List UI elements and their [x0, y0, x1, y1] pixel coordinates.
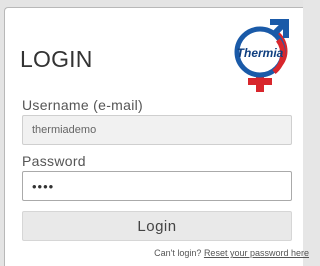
logo-text: Thermia	[237, 46, 284, 60]
password-input[interactable]	[22, 171, 292, 201]
login-button[interactable]: Login	[22, 211, 292, 241]
reset-password-link[interactable]: Reset your password here	[204, 248, 309, 258]
cant-login-prefix: Can't login?	[154, 248, 202, 258]
password-label: Password	[22, 153, 86, 169]
page-title: LOGIN	[20, 46, 93, 72]
username-label: Username (e-mail)	[22, 97, 144, 113]
cant-login-text: Can't login? Reset your password here	[154, 248, 309, 258]
username-input[interactable]	[22, 115, 292, 145]
thermia-logo: Thermia	[234, 19, 289, 92]
